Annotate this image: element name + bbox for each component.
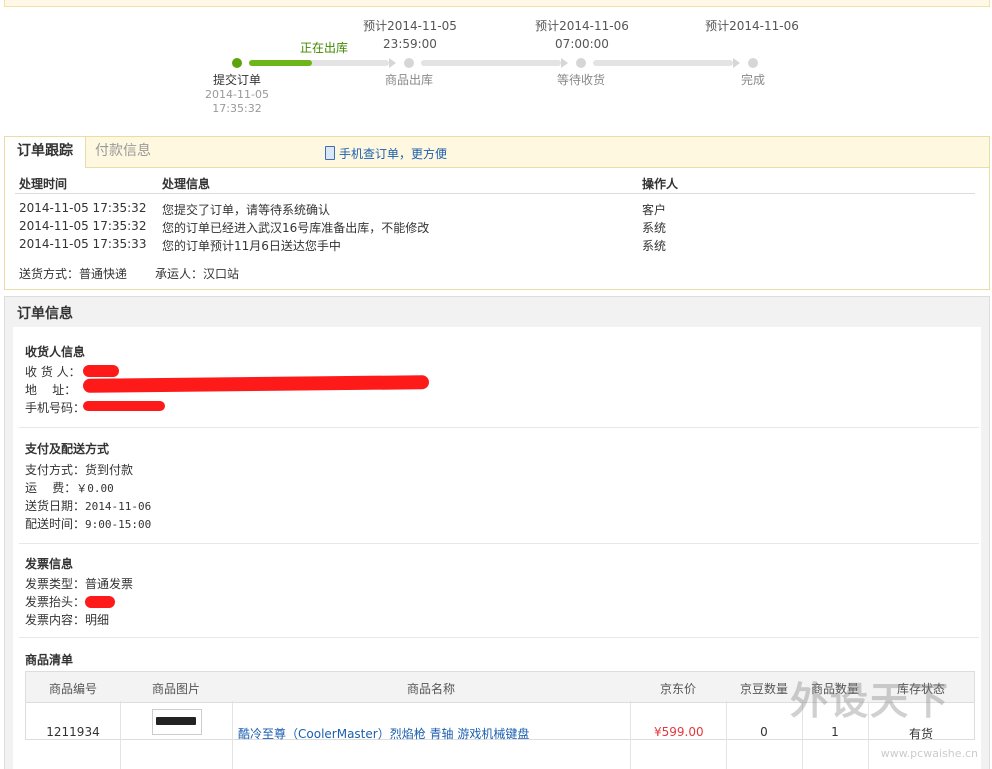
col-id: 商品编号 xyxy=(48,682,97,696)
col-divider xyxy=(630,701,631,769)
row3-operator: 系统 xyxy=(642,239,667,253)
row1-operator: 客户 xyxy=(642,203,667,217)
step3-eta-time: 07:00:00 xyxy=(555,37,609,51)
redaction-name xyxy=(83,365,119,377)
tab-order-tracking[interactable]: 订单跟踪 xyxy=(5,137,86,168)
receiver-name-label: 收 货 人： xyxy=(25,365,81,379)
progress-line-1 xyxy=(249,60,389,66)
watermark-url: www.pcwaishe.cn xyxy=(880,747,978,760)
freight-label: 运 费： xyxy=(25,481,77,495)
row2-operator: 系统 xyxy=(642,221,667,235)
phone-icon xyxy=(325,146,335,160)
arrow-1 xyxy=(389,58,396,68)
step1-date: 2014-11-05 xyxy=(205,88,269,101)
delivery-window-line: 配送时间：9:00-15:00 xyxy=(25,515,151,532)
freight-value: ￥0.00 xyxy=(76,482,114,495)
goods-beans: 0 xyxy=(760,725,768,739)
delivery-window-label: 配送时间： xyxy=(25,517,86,531)
goods-price: ¥599.00 xyxy=(654,725,704,739)
receiver-phone-label: 手机号码： xyxy=(25,401,86,415)
order-tracking-panel: 订单跟踪 付款信息 手机查订单，更方便 处理时间 处理信息 操作人 2014-1… xyxy=(4,136,990,290)
top-strip xyxy=(4,0,990,7)
shipping-method: 送货方式：普通快递 xyxy=(19,267,128,281)
col-name: 商品名称 xyxy=(406,682,455,696)
row3-info: 您的订单预计11月6日送达您手中 xyxy=(162,239,341,253)
delivery-date-value: 2014-11-06 xyxy=(85,500,152,513)
col-divider xyxy=(120,701,121,769)
receiver-title: 收货人信息 xyxy=(25,345,86,359)
mobile-order-link[interactable]: 手机查订单，更方便 xyxy=(325,145,447,162)
col-price: 京东价 xyxy=(659,682,696,696)
goods-title: 商品清单 xyxy=(25,653,74,667)
section-divider xyxy=(19,427,979,428)
row2-info: 您的订单已经进入武汉16号库准备出库，不能修改 xyxy=(162,221,430,235)
step1-label: 提交订单 xyxy=(212,73,261,87)
step1-dot xyxy=(232,58,242,68)
step4-eta-date: 预计2014-11-06 xyxy=(705,19,799,33)
progress-line-3 xyxy=(593,60,733,66)
col-divider xyxy=(232,701,233,769)
step3-eta-date: 预计2014-11-06 xyxy=(535,19,629,33)
section-divider xyxy=(19,543,979,544)
invoice-header-label: 发票抬头： xyxy=(25,595,86,609)
step4-label: 完成 xyxy=(740,73,765,87)
section-divider xyxy=(19,637,979,638)
step2-dot xyxy=(404,58,414,68)
carrier: 承运人：汉口站 xyxy=(155,267,240,281)
arrow-2 xyxy=(561,58,568,68)
step2-eta-date: 预计2014-11-05 xyxy=(363,19,457,33)
progress-fill xyxy=(249,60,312,66)
header-info: 处理信息 xyxy=(162,177,211,191)
row3-time: 2014-11-05 17:35:33 xyxy=(19,237,147,251)
col-image: 商品图片 xyxy=(151,682,200,696)
redaction-invoice-header xyxy=(85,596,115,608)
product-name-link[interactable]: 酷冷至尊（CoolerMaster）烈焰枪 青轴 游戏机械键盘 xyxy=(238,725,529,742)
invoice-title: 发票信息 xyxy=(25,557,74,571)
delivery-date-label: 送货日期： xyxy=(25,499,86,513)
arrow-3 xyxy=(733,58,740,68)
redaction-phone xyxy=(83,401,165,411)
header-operator: 操作人 xyxy=(642,177,679,191)
keyboard-thumbnail[interactable] xyxy=(152,709,202,735)
step3-label: 等待收货 xyxy=(556,73,605,87)
delivery-date-line: 送货日期：2014-11-06 xyxy=(25,497,151,514)
row1-time: 2014-11-05 17:35:32 xyxy=(19,201,147,215)
order-progress: 预计2014-11-05 23:59:00 预计2014-11-06 07:00… xyxy=(0,10,992,120)
step2-eta-time: 23:59:00 xyxy=(383,37,437,51)
invoice-type: 发票类型：普通发票 xyxy=(25,577,134,591)
step2-label: 商品出库 xyxy=(384,73,433,87)
header-divider xyxy=(15,193,975,194)
goods-stock: 有货 xyxy=(908,727,933,741)
tab-payment-info[interactable]: 付款信息 xyxy=(83,137,163,167)
receiver-address-label: 地 址： xyxy=(25,383,77,397)
header-time: 处理时间 xyxy=(19,177,68,191)
payment-method: 支付方式：货到付款 xyxy=(25,463,134,477)
goods-qty: 1 xyxy=(831,725,839,739)
row2-time: 2014-11-05 17:35:32 xyxy=(19,219,147,233)
keyboard-image xyxy=(156,717,196,725)
row1-info: 您提交了订单，请等待系统确认 xyxy=(162,203,331,217)
freight-line: 运 费：￥0.00 xyxy=(25,479,114,496)
step1-time: 17:35:32 xyxy=(212,102,262,115)
watermark-brand: 外设天下 xyxy=(790,679,951,723)
current-status: 正在出库 xyxy=(300,41,349,55)
goods-id: 1211934 xyxy=(46,725,100,739)
mobile-link-text: 手机查订单，更方便 xyxy=(339,147,448,161)
order-info-title: 订单信息 xyxy=(17,306,73,322)
redaction-address xyxy=(82,375,430,393)
step4-dot xyxy=(748,58,758,68)
progress-line-2 xyxy=(421,60,561,66)
invoice-content: 发票内容：明细 xyxy=(25,613,110,627)
payment-title: 支付及配送方式 xyxy=(25,442,110,456)
tracking-tabs: 订单跟踪 付款信息 手机查订单，更方便 xyxy=(5,137,989,168)
delivery-window-value: 9:00-15:00 xyxy=(85,518,152,531)
step3-dot xyxy=(576,58,586,68)
